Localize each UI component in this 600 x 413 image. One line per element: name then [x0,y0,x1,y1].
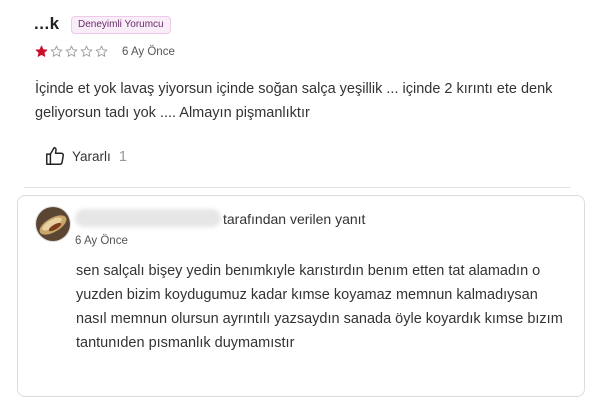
reviewer-name: ...k [34,14,60,33]
review-comment: İçinde et yok lavaş yiyorsun içinde soğa… [35,81,553,121]
helpful-label: Yararlı [72,148,111,164]
thumbs-up-icon [46,147,64,165]
star-icon [35,45,48,57]
star-icon [50,45,63,57]
seller-avatar [35,206,71,242]
seller-name-blurred [75,209,221,227]
divider [24,187,570,188]
review-date: 6 Ay Önce [122,46,175,58]
reply-date: 6 Ay Önce [75,235,128,247]
review-card: ...k Deneyimli Yorumcu 6 Ay Önce İçinde … [0,0,600,413]
star-icon [95,45,108,57]
helpful-count: 1 [118,147,128,165]
reply-text: sen salçalı bişey yedin benımkıyle karıs… [76,263,563,351]
reviewer-badge: Deneyimli Yorumcu [71,16,171,34]
star-icon [65,45,78,57]
star-icon [80,45,93,57]
rating-stars [35,45,108,58]
reply-by-label: tarafından verilen yanıt [223,211,366,227]
helpful-button[interactable]: Yararlı 1 [44,145,127,167]
seller-reply: tarafından verilen yanıt 6 Ay Önce sen s… [17,195,585,397]
